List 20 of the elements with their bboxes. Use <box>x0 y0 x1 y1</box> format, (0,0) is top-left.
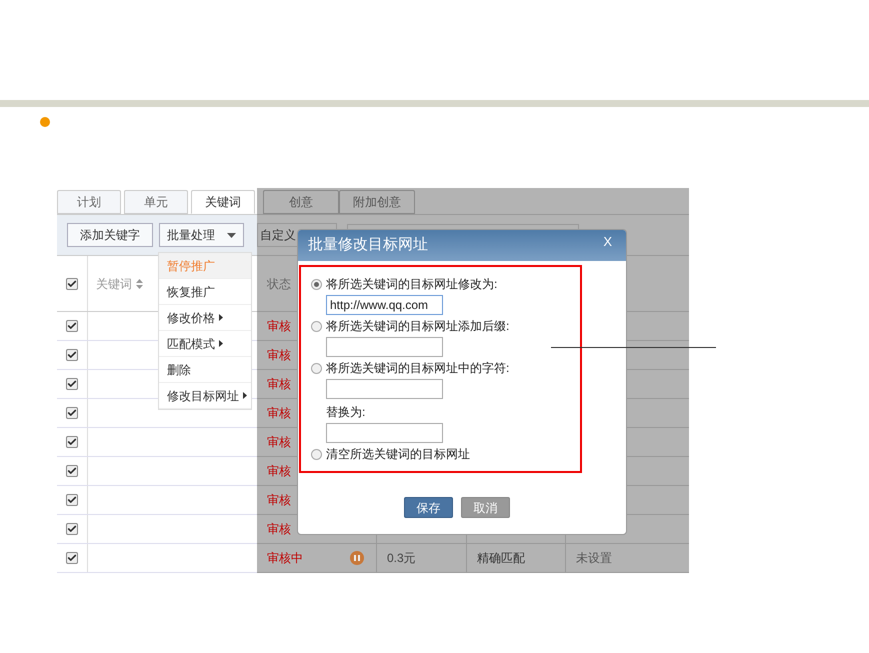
status-text: 审核 <box>267 521 291 538</box>
replace-label: 替换为: <box>326 404 366 421</box>
status-text: 审核 <box>267 434 291 451</box>
status-text: 审核 <box>267 492 291 509</box>
price-text: 0.3元 <box>387 550 416 567</box>
status-text: 审核 <box>267 463 291 480</box>
status-text: 审核中 <box>267 550 303 567</box>
option-label: 清空所选关键词的目标网址 <box>326 446 470 463</box>
match-type-text: 精确匹配 <box>477 550 525 567</box>
option-label: 将所选关键词的目标网址中的字符: <box>326 360 510 377</box>
option-label: 将所选关键词的目标网址修改为: <box>326 276 498 293</box>
dialog-title: 批量修改目标网址 <box>308 235 428 256</box>
status-text: 审核 <box>267 376 291 393</box>
option-label: 将所选关键词的目标网址添加后缀: <box>326 318 510 335</box>
column-header: 状态 <box>267 276 291 292</box>
status-text: 审核 <box>267 347 291 364</box>
url-setting-text: 未设置 <box>576 550 612 567</box>
status-text: 审核 <box>267 405 291 422</box>
status-text: 审核 <box>267 318 291 335</box>
column-header: 关键词 <box>96 276 132 292</box>
